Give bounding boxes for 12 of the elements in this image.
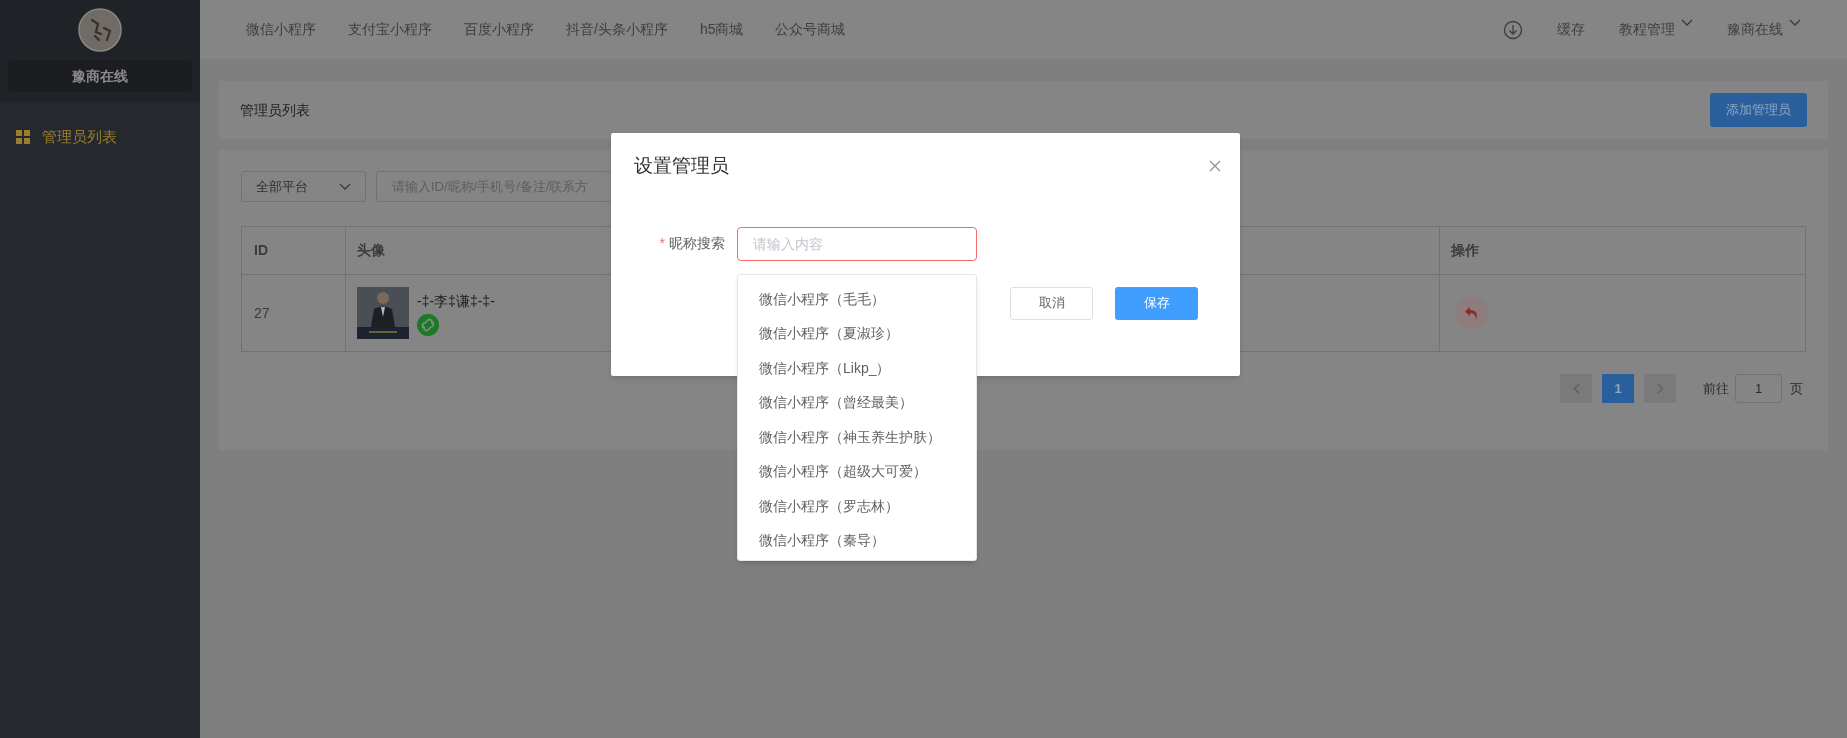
page-title: 管理员列表 (240, 100, 310, 120)
column-header: ID (254, 241, 268, 260)
column-header: 操作 (1451, 241, 1479, 260)
field-label: 昵称搜索 (669, 234, 725, 253)
column-header: 头像 (357, 241, 385, 260)
table-cell-text: 27 (254, 303, 270, 323)
nickname: -‡-李‡谦‡-‡- (417, 291, 495, 311)
page-suffix: 页 (1790, 379, 1803, 398)
goto-label: 前往 (1703, 379, 1729, 398)
brand-name: 豫商在线 (8, 60, 192, 92)
required-mark: * (659, 234, 665, 253)
dialog-title: 设置管理员 (634, 154, 729, 178)
